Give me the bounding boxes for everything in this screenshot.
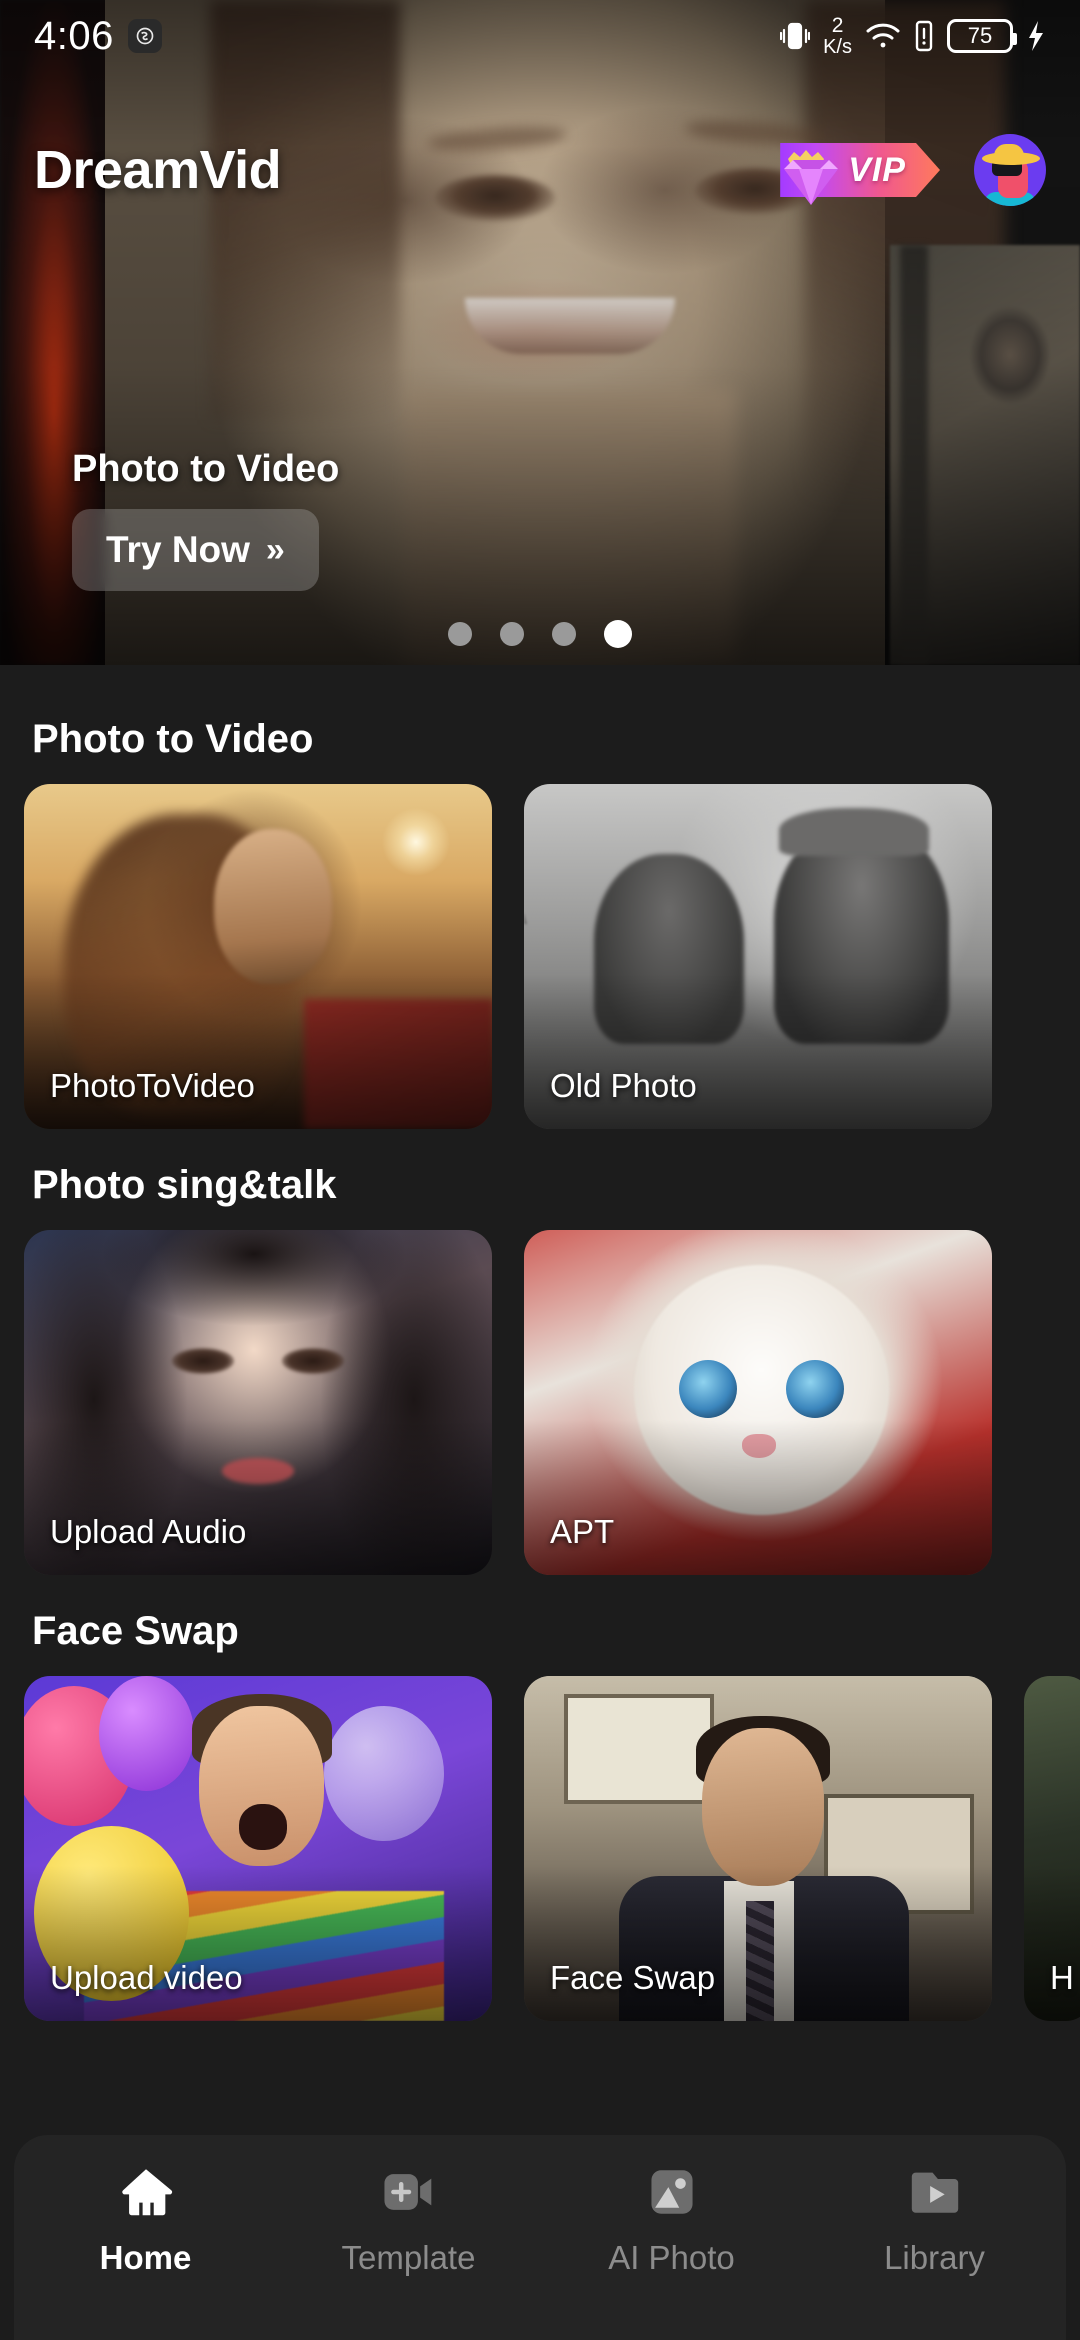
image-icon	[641, 2161, 703, 2223]
main-content: Photo to Video PhotoToVideo Old Photo Ph…	[0, 665, 1080, 2340]
nav-label: Library	[884, 2239, 985, 2276]
carousel-dot-3[interactable]	[552, 622, 576, 646]
network-speed-value: 2	[831, 14, 844, 37]
card-row: Upload Audio APT	[0, 1230, 1080, 1575]
carousel-dot-1[interactable]	[448, 622, 472, 646]
card-label: APT	[550, 1513, 615, 1550]
card-row: PhotoToVideo Old Photo	[0, 784, 1080, 1129]
battery-level: 75	[967, 23, 993, 48]
card-label: Upload Audio	[50, 1513, 247, 1550]
nav-label: Template	[341, 2239, 476, 2276]
network-speed-indicator: 2 K/s	[823, 15, 852, 57]
card-label: PhotoToVideo	[50, 1067, 255, 1104]
hero-title: Photo to Video	[72, 448, 340, 490]
card-label: Old Photo	[550, 1067, 697, 1104]
card-apt[interactable]: APT	[524, 1230, 992, 1575]
vibrate-icon	[780, 19, 811, 53]
charging-bolt-icon	[1026, 19, 1046, 53]
status-time: 4:06	[34, 13, 114, 58]
video-plus-icon	[378, 2161, 440, 2223]
do-not-disturb-icon	[127, 19, 162, 53]
status-bar-right: 2 K/s 75	[780, 15, 1046, 57]
section-face-swap: Face Swap Upload video Face Swap H	[0, 1581, 1080, 2021]
nav-item-library[interactable]: Library	[803, 2161, 1066, 2277]
try-now-button[interactable]: Try Now »	[72, 509, 319, 591]
section-title: Face Swap	[32, 1609, 239, 1653]
status-bar: 4:06 2 K/s 75	[0, 0, 1080, 72]
card-row: Upload video Face Swap H	[0, 1676, 1080, 2021]
alert-icon	[914, 19, 934, 53]
card-upload-video[interactable]: Upload video	[24, 1676, 492, 2021]
chevron-right-double-icon: »	[265, 530, 285, 569]
card-face-swap[interactable]: Face Swap	[524, 1676, 992, 2021]
hero-cta-block: Photo to Video Try Now »	[72, 448, 339, 591]
nav-item-ai-photo[interactable]: AI Photo	[540, 2161, 803, 2277]
nav-label: AI Photo	[608, 2239, 735, 2276]
status-bar-left: 4:06	[34, 14, 162, 59]
battery-indicator: 75	[947, 19, 1017, 53]
card-next-partial[interactable]: H	[1024, 1676, 1080, 2021]
vip-upgrade-button[interactable]: VIP	[780, 143, 940, 205]
nav-item-template[interactable]: Template	[277, 2161, 540, 2277]
bottom-navigation-bar: Home Template AI Photo Library	[14, 2135, 1066, 2340]
card-label: Face Swap	[550, 1959, 716, 1996]
section-title: Photo sing&talk	[32, 1163, 337, 1207]
nav-item-home[interactable]: Home	[14, 2161, 277, 2277]
app-brand-title: DreamVid	[34, 140, 282, 200]
try-now-label: Try Now	[106, 529, 250, 570]
card-label: Upload video	[50, 1959, 243, 1996]
wifi-icon	[865, 21, 901, 51]
card-old-photo[interactable]: Old Photo	[524, 784, 992, 1129]
carousel-dot-4[interactable]	[604, 620, 632, 648]
card-phototovideo[interactable]: PhotoToVideo	[24, 784, 492, 1129]
folder-play-icon	[904, 2161, 966, 2223]
network-speed-unit: K/s	[823, 36, 852, 58]
diamond-crown-icon	[774, 147, 848, 209]
section-photo-sing-talk: Photo sing&talk Upload Audio APT	[0, 1135, 1080, 1575]
home-icon	[115, 2161, 177, 2223]
carousel-dot-2[interactable]	[500, 622, 524, 646]
avatar[interactable]	[974, 134, 1046, 206]
carousel-pagination[interactable]	[0, 620, 1080, 648]
card-label: H	[1050, 1959, 1074, 1996]
nav-label: Home	[99, 2239, 192, 2276]
app-header: DreamVid VIP	[0, 120, 1080, 220]
app-screen: 4:06 2 K/s 75 DreamVid VIP Photo to Vide…	[0, 0, 1080, 2340]
section-title: Photo to Video	[32, 717, 314, 761]
section-photo-to-video: Photo to Video PhotoToVideo Old Photo	[0, 689, 1080, 1129]
vip-label: VIP	[848, 150, 906, 189]
card-upload-audio[interactable]: Upload Audio	[24, 1230, 492, 1575]
